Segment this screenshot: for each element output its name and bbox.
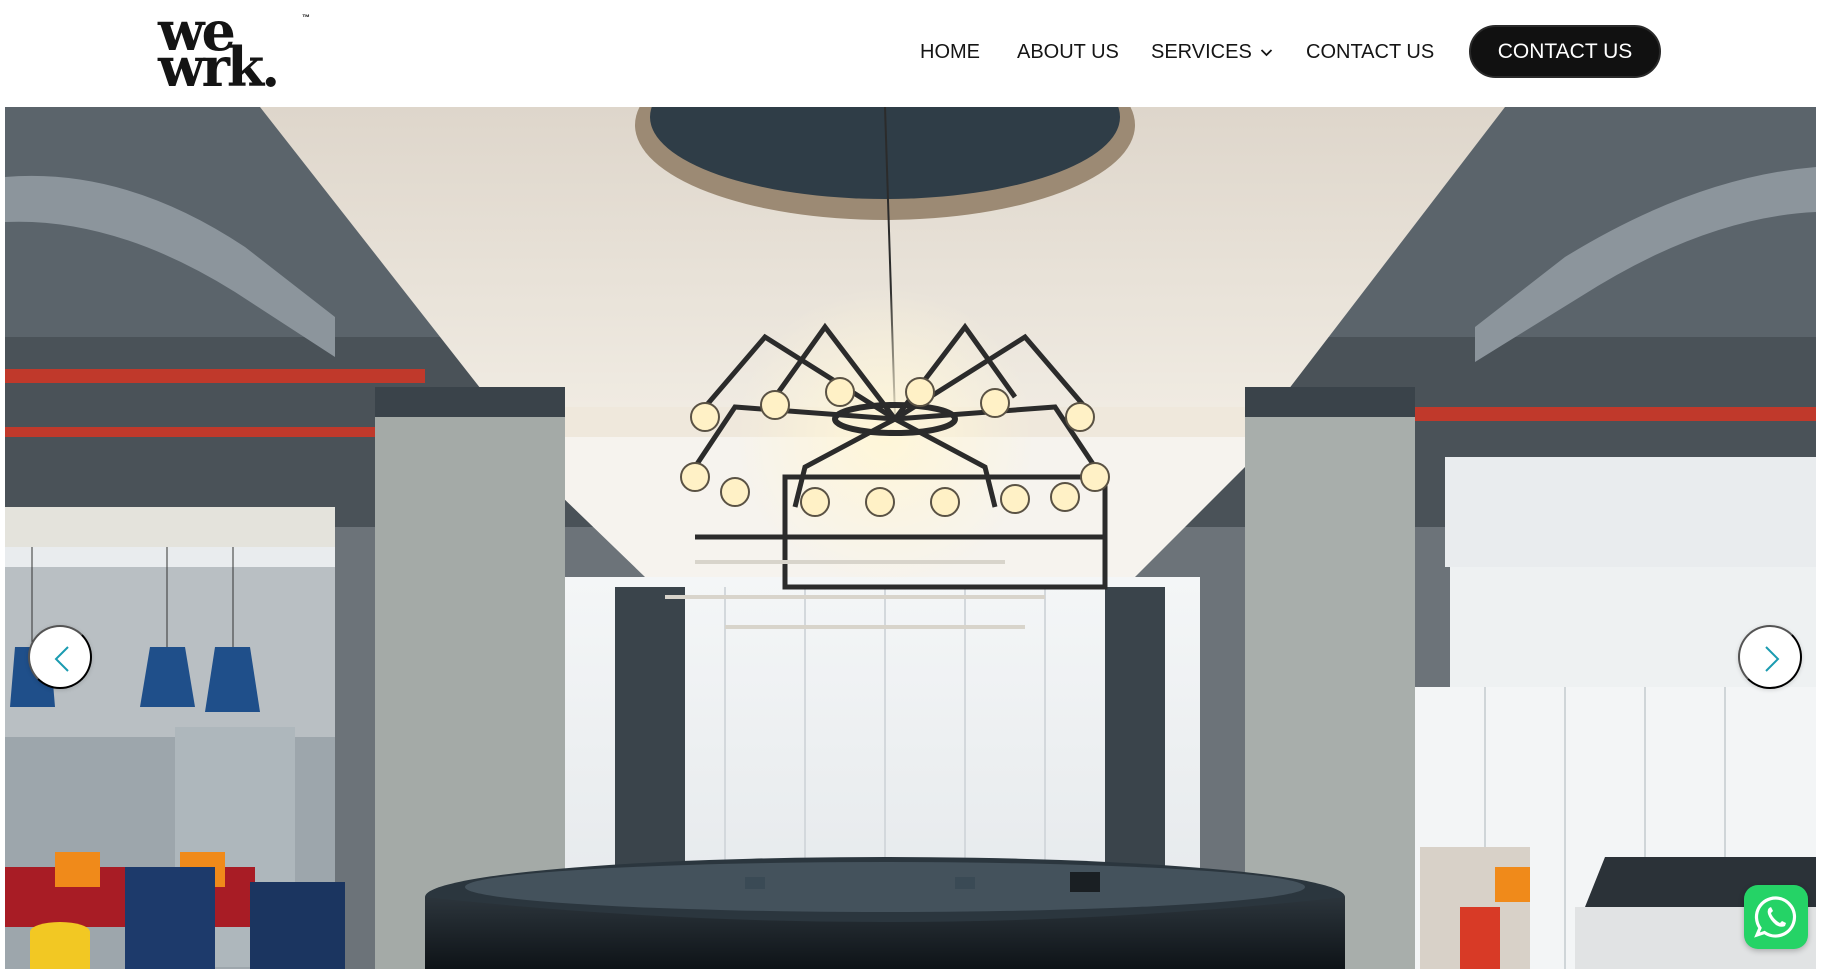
- slider-prev-button[interactable]: [28, 625, 92, 689]
- chevron-down-icon: [1260, 39, 1273, 63]
- site-header: we wrk. ™ HOME ABOUT US SERVICES CONTACT…: [0, 0, 1823, 107]
- whatsapp-icon: [1754, 896, 1797, 938]
- slider-next-button[interactable]: [1738, 625, 1802, 689]
- hero-slider: [5, 107, 1816, 969]
- nav-services-link[interactable]: SERVICES: [1151, 40, 1273, 64]
- logo-line-2: wrk.: [158, 35, 280, 99]
- chevron-right-icon: [1765, 646, 1780, 672]
- nav-home-link[interactable]: HOME: [920, 40, 980, 64]
- logo-trademark: ™: [302, 13, 310, 22]
- nav-contact-link[interactable]: CONTACT US: [1306, 40, 1434, 64]
- nav-about-link[interactable]: ABOUT US: [1017, 40, 1119, 64]
- whatsapp-chat-button[interactable]: [1744, 885, 1808, 949]
- hero-image: [5, 107, 1816, 969]
- nav-services-label: SERVICES: [1151, 41, 1252, 63]
- chevron-left-icon: [54, 646, 69, 672]
- contact-us-button[interactable]: CONTACT US: [1469, 25, 1661, 78]
- wewrk-logo[interactable]: we wrk. ™: [158, 4, 314, 99]
